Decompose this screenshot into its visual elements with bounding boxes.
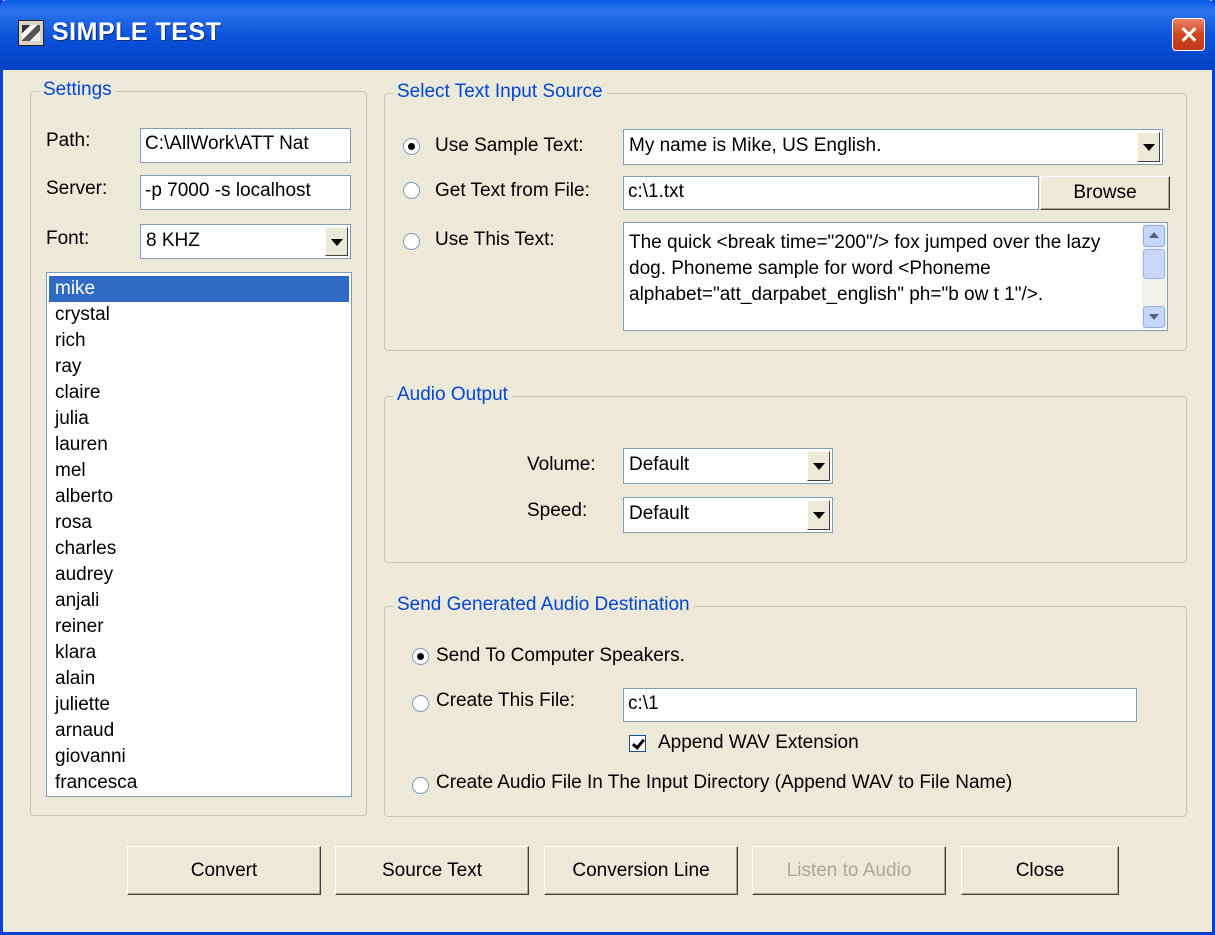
speed-select[interactable]: Default: [623, 497, 833, 533]
chevron-down-icon[interactable]: [807, 500, 830, 530]
voice-list-item[interactable]: reiner: [49, 614, 349, 640]
text-file-field[interactable]: c:\1.txt: [623, 176, 1039, 210]
font-label: Font:: [46, 228, 90, 249]
volume-select[interactable]: Default: [623, 448, 833, 484]
use-sample-text-label[interactable]: Use Sample Text:: [435, 135, 584, 157]
close-window-icon[interactable]: [1172, 18, 1205, 51]
text-source-legend: Select Text Input Source: [393, 81, 607, 103]
chevron-down-icon[interactable]: [325, 227, 348, 256]
font-value: 8 KHZ: [146, 230, 200, 251]
scroll-down-icon[interactable]: [1143, 306, 1165, 328]
voice-list-item[interactable]: rosa: [49, 510, 349, 536]
voice-list-item[interactable]: ray: [49, 354, 349, 380]
window-title: SIMPLE TEST: [52, 18, 222, 46]
voice-list-item[interactable]: alberto: [49, 484, 349, 510]
send-to-speakers-radio[interactable]: [412, 648, 429, 665]
voice-list-item[interactable]: anjali: [49, 588, 349, 614]
voice-list-item[interactable]: charles: [49, 536, 349, 562]
audio-output-legend: Audio Output: [393, 384, 512, 406]
create-file-radio[interactable]: [412, 695, 429, 712]
voice-list-item[interactable]: lauren: [49, 432, 349, 458]
use-this-text-label[interactable]: Use This Text:: [435, 229, 555, 251]
app-icon: [18, 20, 44, 46]
input-directory-radio[interactable]: [412, 777, 429, 794]
voice-list-item[interactable]: audrey: [49, 562, 349, 588]
volume-label: Volume:: [527, 454, 596, 475]
title-bar[interactable]: SIMPLE TEST: [0, 0, 1215, 70]
font-select[interactable]: 8 KHZ: [140, 224, 351, 259]
voice-list-item[interactable]: francesca: [49, 770, 349, 796]
destination-legend: Send Generated Audio Destination: [393, 594, 694, 616]
speed-value: Default: [629, 503, 690, 524]
browse-button[interactable]: Browse: [1040, 176, 1170, 210]
path-field[interactable]: C:\AllWork\ATT Nat: [140, 128, 351, 163]
server-field[interactable]: -p 7000 -s localhost: [140, 175, 351, 210]
main-window: SIMPLE TEST Settings Path: C:\AllWork\AT…: [0, 0, 1215, 935]
chevron-down-icon[interactable]: [1137, 132, 1160, 162]
text-from-file-radio[interactable]: [403, 182, 420, 199]
server-label: Server:: [46, 178, 108, 199]
send-to-speakers-label[interactable]: Send To Computer Speakers.: [436, 645, 685, 667]
voice-list-item[interactable]: arnaud: [49, 718, 349, 744]
voice-list-item[interactable]: mike: [49, 276, 349, 302]
settings-legend: Settings: [39, 79, 116, 101]
path-label: Path:: [46, 130, 91, 151]
volume-value: Default: [629, 454, 690, 475]
voice-list-item[interactable]: alain: [49, 666, 349, 692]
convert-button[interactable]: Convert: [127, 846, 321, 895]
sample-text-value: My name is Mike, US English.: [629, 135, 882, 156]
source-text-button[interactable]: Source Text: [335, 846, 529, 895]
voice-list-item[interactable]: juliette: [49, 692, 349, 718]
speed-label: Speed:: [527, 500, 588, 521]
text-from-file-label[interactable]: Get Text from File:: [435, 180, 590, 202]
voice-list-item[interactable]: mel: [49, 458, 349, 484]
use-sample-text-radio[interactable]: [403, 138, 420, 155]
this-text-content: The quick <break time="200"/> fox jumped…: [629, 232, 1101, 305]
scroll-thumb[interactable]: [1143, 249, 1165, 279]
scroll-up-icon[interactable]: [1143, 225, 1165, 247]
sample-text-select[interactable]: My name is Mike, US English.: [623, 129, 1163, 165]
voice-list-item[interactable]: klara: [49, 640, 349, 666]
listen-to-audio-button[interactable]: Listen to Audio: [752, 846, 946, 895]
conversion-line-button[interactable]: Conversion Line: [544, 846, 738, 895]
voice-list-item[interactable]: claire: [49, 380, 349, 406]
voice-list-item[interactable]: giovanni: [49, 744, 349, 770]
close-button[interactable]: Close: [961, 846, 1119, 895]
memo-scrollbar[interactable]: [1142, 224, 1166, 329]
append-wav-label[interactable]: Append WAV Extension: [658, 732, 859, 754]
voice-list-item[interactable]: crystal: [49, 302, 349, 328]
append-wav-checkbox[interactable]: [629, 735, 646, 752]
input-directory-label[interactable]: Create Audio File In The Input Directory…: [436, 772, 1012, 794]
use-this-text-radio[interactable]: [403, 233, 420, 250]
voice-listbox[interactable]: mike crystal rich ray claire julia lauren mel al…: [46, 272, 352, 797]
create-file-label[interactable]: Create This File:: [436, 690, 575, 712]
create-file-field[interactable]: c:\1: [623, 688, 1137, 722]
this-text-area[interactable]: The quick <break time="200"/> fox jumped…: [623, 222, 1168, 331]
voice-list-item[interactable]: julia: [49, 406, 349, 432]
chevron-down-icon[interactable]: [807, 451, 830, 481]
voice-list-item[interactable]: rich: [49, 328, 349, 354]
